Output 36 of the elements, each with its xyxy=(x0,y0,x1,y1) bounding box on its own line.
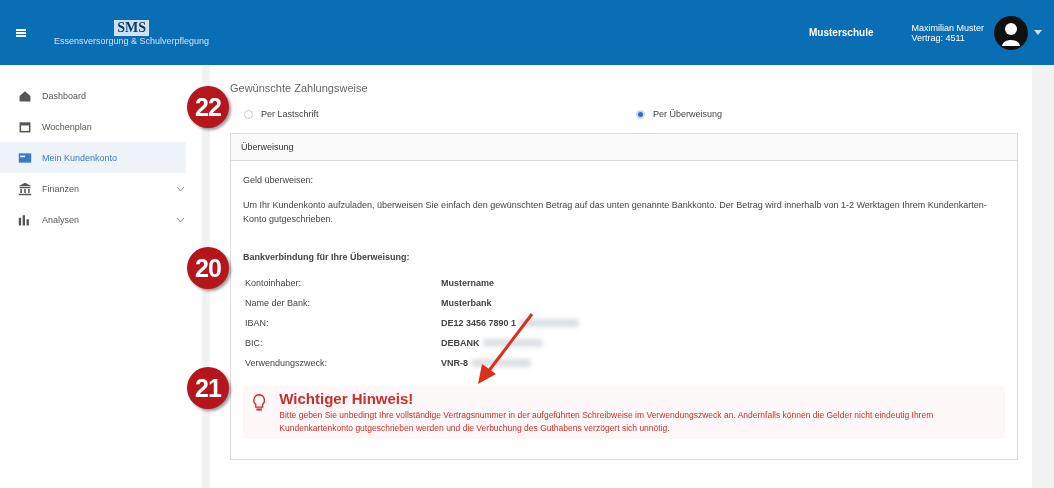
field-label: IBAN: xyxy=(245,318,270,328)
user-name: Maximilian Muster xyxy=(911,22,984,33)
field-label: Kontoinhaber: xyxy=(245,278,303,288)
school-name[interactable]: Musterschule xyxy=(809,27,874,38)
field-label: Verwendungszweck: xyxy=(245,358,329,368)
field-value: DE12 3456 7890 1 xyxy=(441,318,517,328)
sidebar-item[interactable]: Wochenplan xyxy=(0,111,186,142)
notice-text: Bitte geben Sie unbedingt Ihre vollständige Vertragsnummer in der aufgeführten Schreibweise im Verwendungszweck an. Andernfalls können die Gelder nicht eindeutig Ihrem Kundenkartenkonto gutgeschrieben werden und die Verbuchung des Guthabens verzögert sich unnötig. xyxy=(279,409,935,435)
field-value: Musterbank xyxy=(441,298,492,308)
sidebar-item[interactable]: Mein Kundenkonto xyxy=(0,142,186,173)
calendar-icon xyxy=(18,119,32,134)
radio-option[interactable]: Per Überweisung xyxy=(636,109,1018,119)
chart-icon xyxy=(18,212,32,227)
notice-title: Wichtiger Hinweis! xyxy=(279,390,415,407)
caret-icon[interactable] xyxy=(1034,30,1042,35)
logo-subtitle: Essensversorgung & Schulverpflegung xyxy=(54,35,210,46)
field-value: DEBANK xyxy=(441,338,480,348)
field-value: VNR-8 xyxy=(441,358,468,368)
avatar-icon[interactable] xyxy=(994,15,1028,50)
bank-title: Bankverbindung für Ihre Überweisung: xyxy=(243,252,411,262)
field-value: Mustername xyxy=(441,278,494,288)
description-text: Um Ihr Kundenkonto aufzuladen, überweisen Sie einfach den gewünschten Betrag auf das unten genannte Bankkonto. Der Betrag wird innerhalb von 1-2 Werktagen Ihrem Kundenkarten-Konto gutgeschrieben. xyxy=(243,199,988,226)
logo: SMS xyxy=(114,19,149,36)
card-icon xyxy=(18,150,32,165)
radio-option[interactable]: Per Lastschrift xyxy=(244,109,636,119)
bank-icon xyxy=(18,181,32,196)
menu-icon[interactable] xyxy=(16,28,26,37)
subtitle: Geld überweisen: xyxy=(243,175,315,185)
field-label: Name der Bank: xyxy=(245,298,312,308)
sidebar-item[interactable]: Finanzen xyxy=(0,173,186,204)
contract-number: Vertrag: 4511 xyxy=(911,32,966,43)
field-label: BIC: xyxy=(245,338,264,348)
sidebar-item[interactable]: Analysen xyxy=(0,204,186,235)
section-title: Gewünschte Zahlungsweise xyxy=(230,82,369,94)
sidebar-item[interactable]: Dashboard xyxy=(0,80,186,111)
card-title: Überweisung xyxy=(231,134,1017,161)
